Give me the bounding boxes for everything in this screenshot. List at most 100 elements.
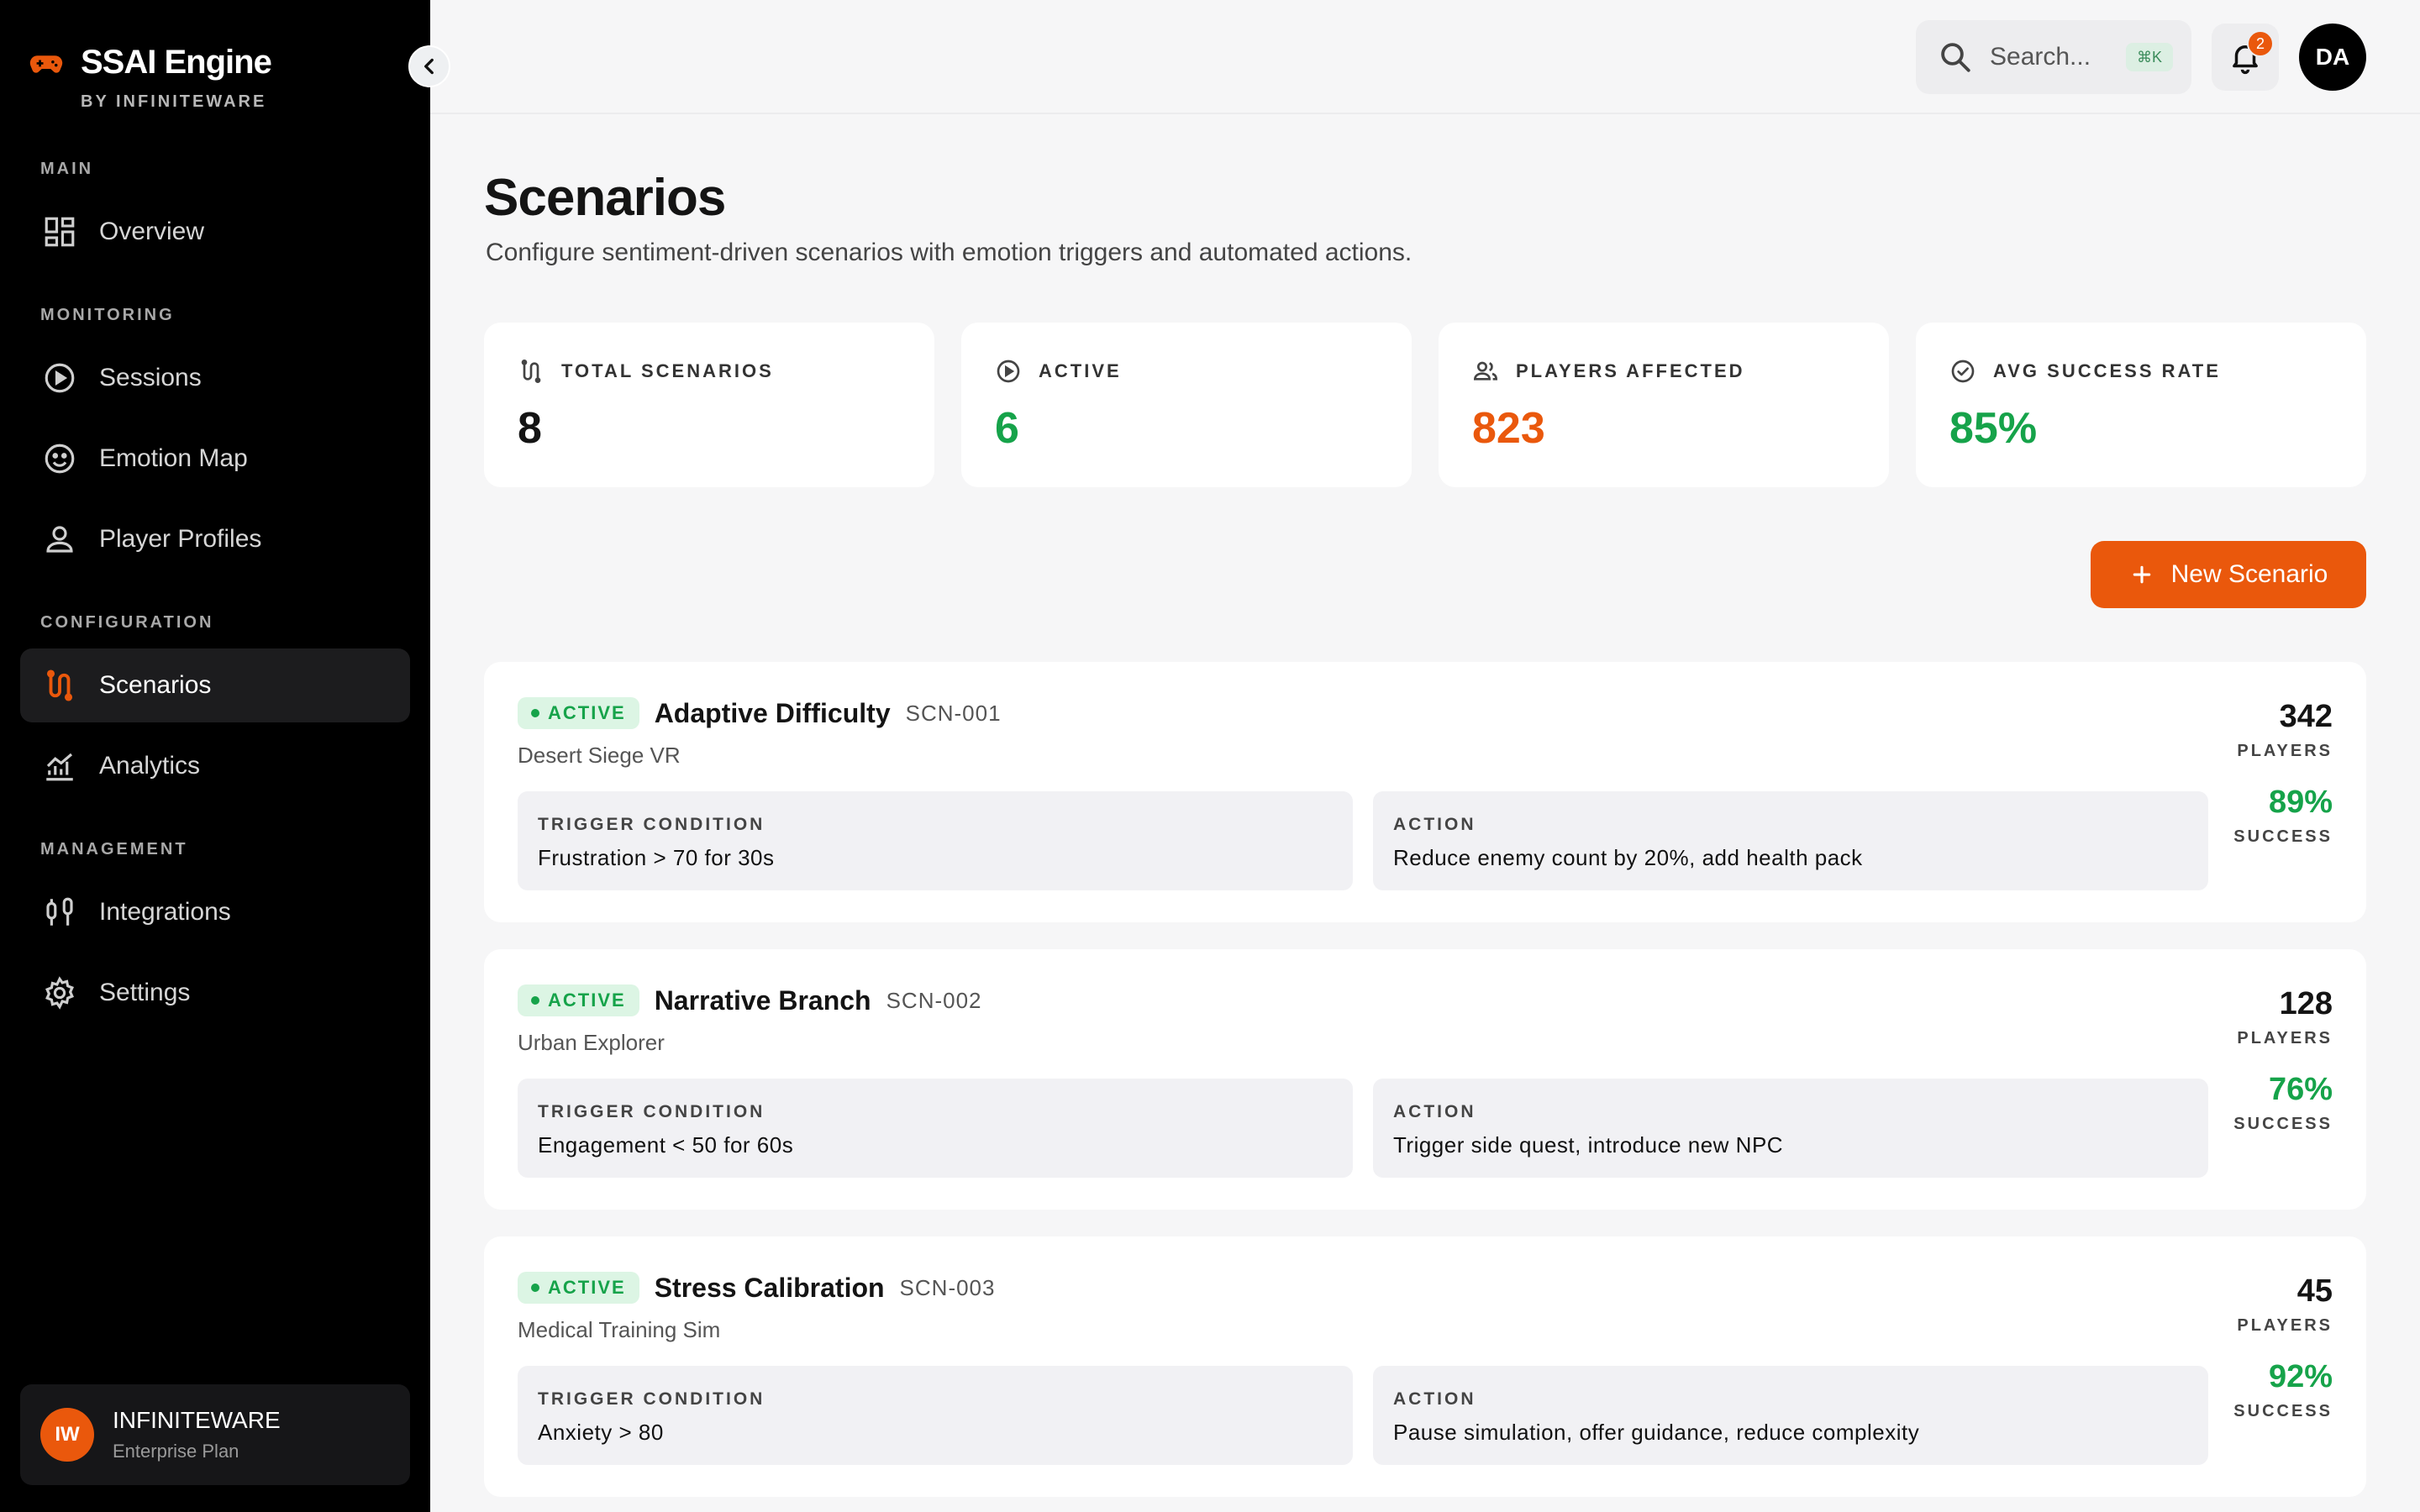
trigger-label: TRIGGER CONDITION <box>538 1102 765 1121</box>
stat-card-success-rate: AVG SUCCESS RATE 85% <box>1916 323 2366 487</box>
action-value: Pause simulation, offer guidance, reduce… <box>1393 1420 1920 1445</box>
notifications-button[interactable]: 2 <box>2212 24 2279 91</box>
section-main: MAIN <box>40 160 94 178</box>
section-monitoring: MONITORING <box>40 306 175 324</box>
collapse-sidebar-button[interactable] <box>408 45 450 87</box>
route-icon <box>46 669 73 701</box>
sidebar-item-label: Settings <box>99 979 191 1006</box>
sidebar-item-analytics[interactable]: Analytics <box>20 729 410 803</box>
brand-subtitle: BY INFINITEWARE <box>81 92 267 111</box>
sidebar-item-integrations[interactable]: Integrations <box>20 875 410 949</box>
sidebar-item-emotion-map[interactable]: Emotion Map <box>20 422 410 496</box>
play-circle-icon <box>997 360 1020 383</box>
scenario-name: Stress Calibration <box>654 1272 885 1303</box>
success-rate: 89% <box>2268 785 2333 820</box>
trigger-value: Frustration > 70 for 30s <box>538 845 775 870</box>
success-metric: 92% SUCCESS <box>2233 1359 2333 1421</box>
chart-icon <box>46 753 73 781</box>
play-circle-icon <box>45 363 75 393</box>
trigger-condition-box: TRIGGER CONDITION Engagement < 50 for 60… <box>518 1079 1353 1178</box>
success-metric: 76% SUCCESS <box>2233 1072 2333 1134</box>
success-metric: 89% SUCCESS <box>2233 785 2333 847</box>
org-plan: Enterprise Plan <box>113 1441 239 1462</box>
scenario-id: SCN-003 <box>899 1274 996 1300</box>
sidebar-item-label: Overview <box>99 218 205 245</box>
players-label: PLAYERS <box>2237 1029 2333 1047</box>
scenario-id: SCN-001 <box>905 700 1002 726</box>
sidebar-item-label: Emotion Map <box>99 444 248 472</box>
sidebar-item-label: Player Profiles <box>99 525 262 553</box>
new-scenario-button[interactable]: New Scenario <box>2091 541 2366 608</box>
sidebar-item-label: Integrations <box>99 898 231 926</box>
person-icon <box>46 526 73 553</box>
scenario-game: Medical Training Sim <box>518 1317 721 1342</box>
trigger-value: Engagement < 50 for 60s <box>538 1132 794 1158</box>
action-box: ACTION Trigger side quest, introduce new… <box>1373 1079 2208 1178</box>
stat-label: ACTIVE <box>1039 360 1122 381</box>
stat-value: 6 <box>995 404 1019 453</box>
sidebar-item-label: Analytics <box>99 752 201 780</box>
route-icon <box>521 360 541 383</box>
action-box: ACTION Pause simulation, offer guidance,… <box>1373 1366 2208 1465</box>
trigger-label: TRIGGER CONDITION <box>538 815 765 834</box>
stat-label: PLAYERS AFFECTED <box>1516 360 1745 381</box>
search-bar[interactable]: Search... ⌘K <box>1916 20 2191 94</box>
brand-logo[interactable]: SSAI Engine <box>29 44 272 81</box>
sidebar-item-label: Sessions <box>99 364 202 391</box>
players-count: 45 <box>2296 1273 2333 1309</box>
success-rate: 76% <box>2268 1072 2333 1107</box>
page-subtitle: Configure sentiment-driven scenarios wit… <box>486 239 1413 266</box>
section-configuration: CONFIGURATION <box>40 613 214 632</box>
players-count: 128 <box>2279 986 2333 1021</box>
brand-name: SSAI Engine <box>81 44 272 81</box>
header-divider <box>430 113 2420 114</box>
org-avatar: IW <box>40 1408 94 1462</box>
sidebar-item-player-profiles[interactable]: Player Profiles <box>20 502 410 576</box>
action-label: ACTION <box>1393 1389 1476 1409</box>
scenario-game: Desert Siege VR <box>518 743 681 768</box>
page-title: Scenarios <box>484 169 726 227</box>
dashboard-icon <box>45 217 75 247</box>
sidebar-item-label: Scenarios <box>99 671 212 699</box>
players-count: 342 <box>2279 699 2333 734</box>
action-value: Reduce enemy count by 20%, add health pa… <box>1393 845 1863 870</box>
sidebar-item-sessions[interactable]: Sessions <box>20 341 410 415</box>
trigger-value: Anxiety > 80 <box>538 1420 664 1445</box>
sidebar-item-scenarios[interactable]: Scenarios <box>20 648 410 722</box>
scenario-id: SCN-002 <box>886 987 982 1013</box>
gear-icon <box>45 976 74 1010</box>
status-badge: ACTIVE <box>518 1272 639 1304</box>
scenario-card[interactable]: ACTIVE Narrative Branch SCN-002 Urban Ex… <box>484 949 2366 1210</box>
stat-value: 823 <box>1472 404 1545 453</box>
stat-card-players: PLAYERS AFFECTED 823 <box>1439 323 1889 487</box>
players-label: PLAYERS <box>2237 1316 2333 1335</box>
success-label: SUCCESS <box>2233 1402 2333 1420</box>
chevron-left-icon <box>424 58 434 75</box>
search-shortcut: ⌘K <box>2126 43 2173 71</box>
users-icon <box>1473 361 1498 381</box>
sidebar-item-settings[interactable]: Settings <box>20 956 410 1030</box>
trigger-label: TRIGGER CONDITION <box>538 1389 765 1409</box>
stat-value: 8 <box>518 404 542 453</box>
action-value: Trigger side quest, introduce new NPC <box>1393 1132 1784 1158</box>
gamepad-icon <box>29 55 63 73</box>
search-input[interactable]: Search... <box>1990 43 2126 71</box>
success-label: SUCCESS <box>2233 827 2333 846</box>
section-management: MANAGEMENT <box>40 840 188 858</box>
action-box: ACTION Reduce enemy count by 20%, add he… <box>1373 791 2208 890</box>
scenario-card[interactable]: ACTIVE Stress Calibration SCN-003 Medica… <box>484 1236 2366 1497</box>
scenario-card[interactable]: ACTIVE Adaptive Difficulty SCN-001 Deser… <box>484 662 2366 922</box>
user-avatar[interactable]: DA <box>2299 24 2366 91</box>
scenario-game: Urban Explorer <box>518 1030 665 1055</box>
plus-icon <box>2133 565 2150 584</box>
players-metric: 342 PLAYERS <box>2237 699 2333 761</box>
sidebar: SSAI Engine BY INFINITEWARE MAIN Overvie… <box>0 0 430 1512</box>
trigger-condition-box: TRIGGER CONDITION Frustration > 70 for 3… <box>518 791 1353 890</box>
stat-label: AVG SUCCESS RATE <box>1993 360 2221 381</box>
action-label: ACTION <box>1393 1102 1476 1121</box>
org-switcher[interactable]: IW INFINITEWARE Enterprise Plan <box>20 1384 410 1485</box>
search-icon <box>1941 43 1970 72</box>
success-rate: 92% <box>2268 1359 2333 1394</box>
action-label: ACTION <box>1393 815 1476 834</box>
sidebar-item-overview[interactable]: Overview <box>20 195 410 269</box>
